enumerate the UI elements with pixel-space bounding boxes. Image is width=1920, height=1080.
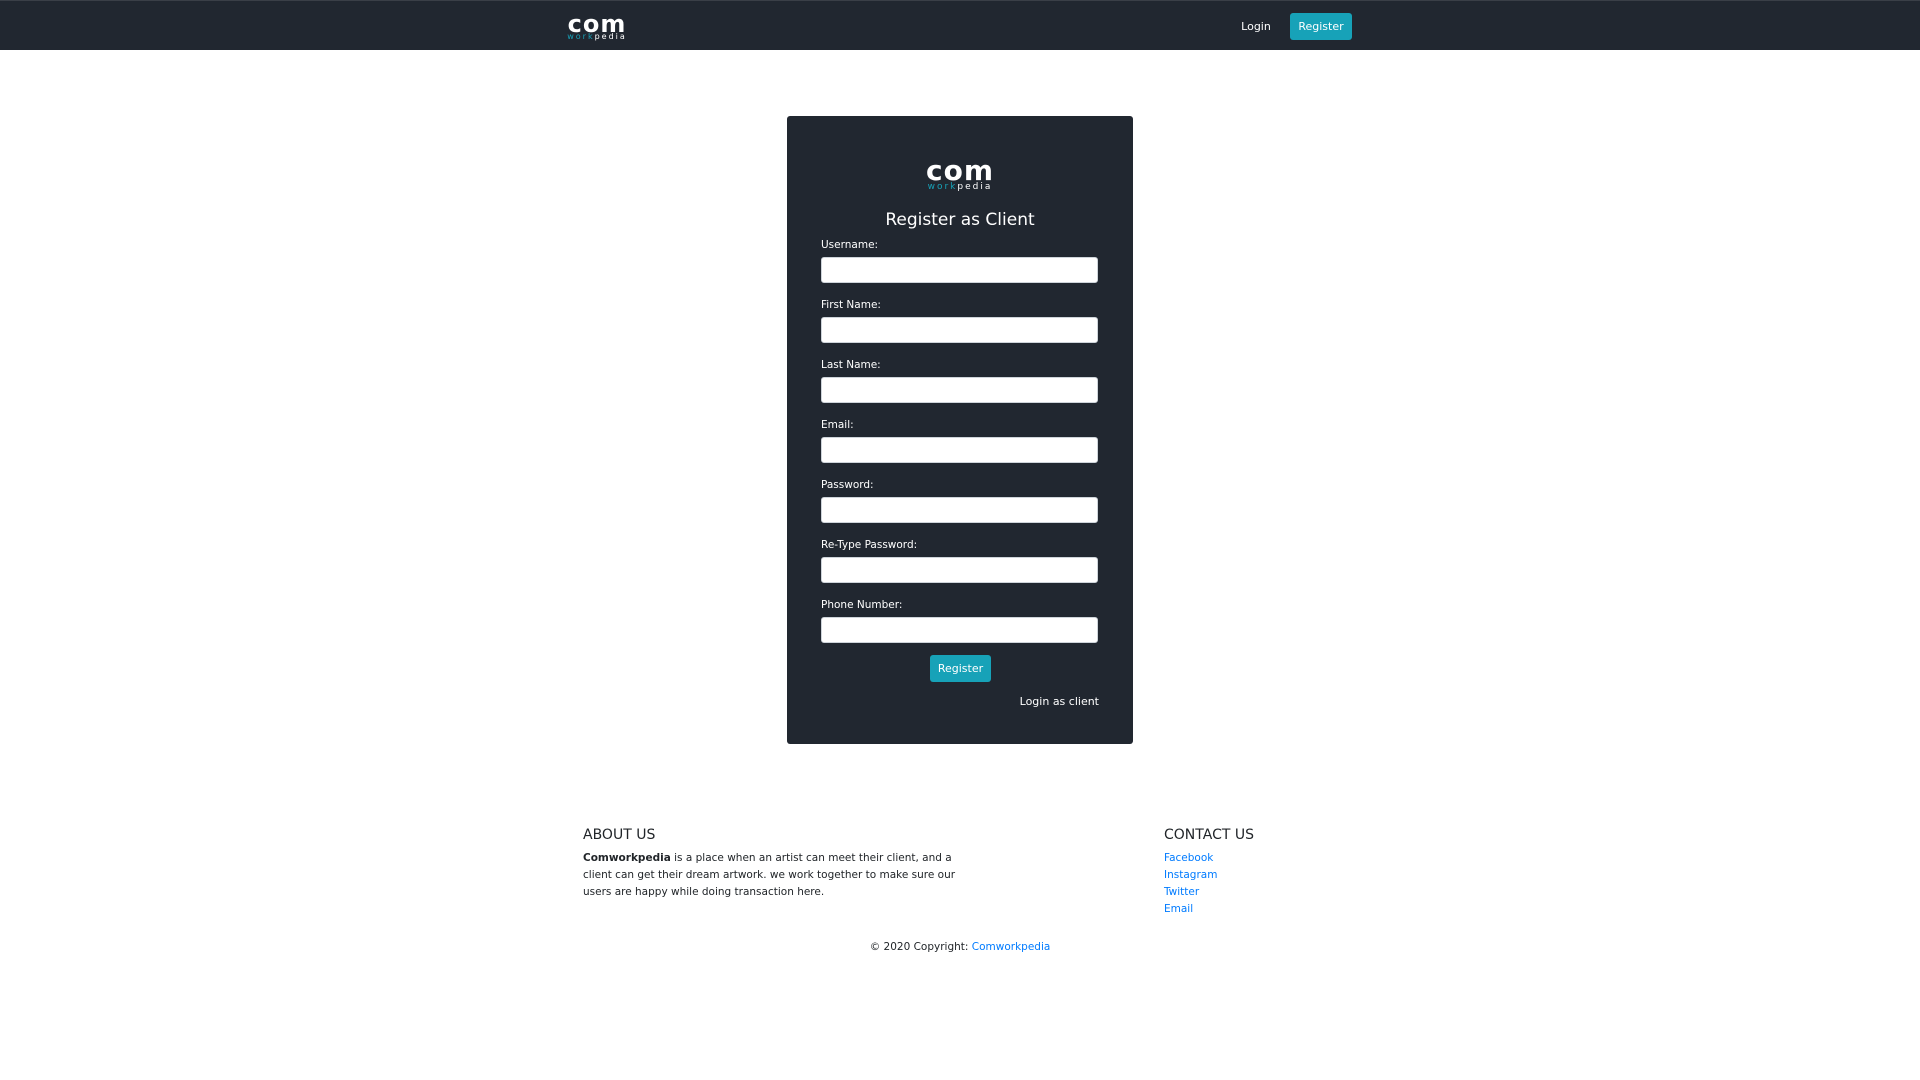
nav-register-button[interactable]: Register xyxy=(1290,13,1352,40)
email-input[interactable] xyxy=(821,437,1098,463)
first-name-label: First Name: xyxy=(821,299,881,311)
first-name-input[interactable] xyxy=(821,317,1098,343)
retype-password-label: Re-Type Password: xyxy=(821,539,918,551)
nav-login-link[interactable]: Login xyxy=(1230,13,1282,41)
contact-heading: CONTACT US xyxy=(1164,827,1254,843)
footer-about-section: ABOUT US Comworkpedia is a place when an… xyxy=(583,826,963,901)
copyright-line: © 2020 Copyright: Comworkpedia xyxy=(0,940,1920,954)
facebook-link[interactable]: Facebook xyxy=(1164,850,1364,867)
card-logo-main-text: com xyxy=(925,154,994,187)
card-logo-sub-text: workpedia xyxy=(927,182,993,192)
retype-password-input[interactable] xyxy=(821,557,1098,583)
brand-logo[interactable]: com workpedia xyxy=(562,10,632,41)
card-logo: com workpedia xyxy=(923,154,997,192)
logo-main-text: com xyxy=(567,10,627,38)
username-label: Username: xyxy=(821,239,879,251)
about-heading: ABOUT US xyxy=(583,827,656,843)
phone-number-input[interactable] xyxy=(821,617,1098,643)
copyright-text: © 2020 Copyright: xyxy=(869,941,972,953)
top-navbar: com workpedia Login Register xyxy=(0,0,1920,50)
password-label: Password: xyxy=(821,479,874,491)
phone-number-label: Phone Number: xyxy=(821,599,903,611)
email-label: Email: xyxy=(821,419,854,431)
twitter-link[interactable]: Twitter xyxy=(1164,884,1364,901)
login-as-client-link[interactable]: Login as client xyxy=(1020,695,1099,709)
logo-sub-text: workpedia xyxy=(567,32,627,41)
footer-contact-section: CONTACT US Facebook Instagram Twitter Em… xyxy=(1164,826,1364,918)
password-input[interactable] xyxy=(821,497,1098,523)
form-title: Register as Client xyxy=(885,210,1035,230)
about-brand-name: Comworkpedia xyxy=(583,852,671,864)
instagram-link[interactable]: Instagram xyxy=(1164,867,1364,884)
username-input[interactable] xyxy=(821,257,1098,283)
register-submit-button[interactable]: Register xyxy=(930,655,991,682)
email-link[interactable]: Email xyxy=(1164,901,1364,918)
about-text: Comworkpedia is a place when an artist c… xyxy=(583,850,963,901)
last-name-input[interactable] xyxy=(821,377,1098,403)
register-card: com workpedia Register as Client Usernam… xyxy=(787,116,1133,744)
last-name-label: Last Name: xyxy=(821,359,881,371)
copyright-brand-link[interactable]: Comworkpedia xyxy=(972,941,1051,953)
